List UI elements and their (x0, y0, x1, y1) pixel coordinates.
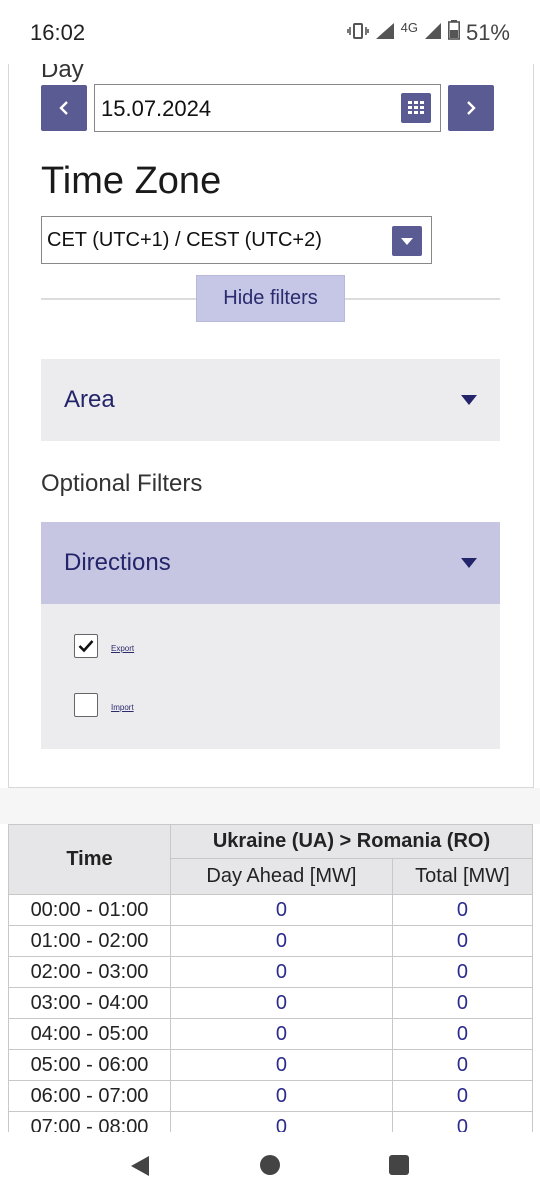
time-zone-dropdown-button[interactable] (392, 226, 422, 256)
time-cell: 04:00 - 05:00 (8, 1018, 171, 1050)
total-cell: 0 (391, 987, 534, 1019)
calendar-icon (408, 101, 424, 114)
chevron-right-icon (467, 101, 476, 115)
caret-down-icon (461, 395, 477, 405)
total-cell: 0 (391, 1049, 534, 1081)
total-cell: 0 (391, 956, 534, 988)
directions-accordion[interactable]: Directions (41, 522, 500, 604)
date-field[interactable]: 15.07.2024 (94, 84, 441, 132)
time-zone-value: CET (UTC+1) / CEST (UTC+2) (47, 229, 322, 251)
day-ahead-cell: 0 (170, 1049, 393, 1081)
time-zone-select[interactable]: CET (UTC+1) / CEST (UTC+2) (41, 216, 432, 264)
calendar-button[interactable] (401, 93, 431, 123)
vibrate-icon (346, 20, 369, 46)
day-ahead-cell: 0 (170, 894, 393, 926)
day-ahead-cell: 0 (170, 1018, 393, 1050)
import-checkbox[interactable] (74, 693, 98, 717)
caret-down-icon (461, 558, 477, 568)
export-checkbox[interactable] (74, 634, 98, 658)
time-zone-title: Time Zone (41, 160, 222, 202)
total-cell: 0 (391, 1018, 534, 1050)
status-bar: 16:02 4G 51% (0, 0, 540, 64)
network-type: 4G (400, 19, 418, 35)
directions-panel: Export Import (41, 604, 500, 749)
day-ahead-cell: 0 (170, 987, 393, 1019)
time-column-header: Time (8, 824, 171, 895)
day-ahead-cell: 0 (170, 925, 393, 957)
date-value: 15.07.2024 (101, 96, 212, 121)
recents-icon[interactable] (388, 1154, 410, 1176)
optional-filters-title: Optional Filters (41, 470, 203, 497)
table-row: 06:00 - 07:00 0 0 (8, 1080, 534, 1112)
day-ahead-cell: 0 (170, 956, 393, 988)
total-column-header: Total [MW] (391, 858, 534, 895)
border-direction-header: Ukraine (UA) > Romania (RO) (170, 824, 533, 859)
next-day-button[interactable] (448, 85, 494, 131)
table-row: 00:00 - 01:00 0 0 (8, 894, 534, 926)
total-cell: 0 (391, 894, 534, 926)
total-cell: 0 (391, 925, 534, 957)
table-row: 05:00 - 06:00 0 0 (8, 1049, 534, 1081)
section-separator (0, 788, 540, 824)
table-row: 02:00 - 03:00 0 0 (8, 956, 534, 988)
import-label[interactable]: Import (111, 703, 134, 712)
area-label: Area (64, 386, 115, 413)
hide-filters-button[interactable]: Hide filters (196, 275, 345, 322)
navigation-bar (0, 1132, 540, 1200)
battery-icon (447, 20, 460, 46)
battery-percent: 51% (465, 20, 510, 45)
table-row: 01:00 - 02:00 0 0 (8, 925, 534, 957)
time-cell: 02:00 - 03:00 (8, 956, 171, 988)
capacity-table: Time Ukraine (UA) > Romania (RO) Day Ahe… (8, 824, 534, 1143)
signal-icon (424, 20, 442, 46)
status-time: 16:02 (30, 20, 86, 45)
time-cell: 01:00 - 02:00 (8, 925, 171, 957)
total-cell: 0 (391, 1080, 534, 1112)
time-cell: 05:00 - 06:00 (8, 1049, 171, 1081)
table-row: 04:00 - 05:00 0 0 (8, 1018, 534, 1050)
checkmark-icon (78, 640, 94, 653)
chevron-left-icon (59, 101, 68, 115)
back-icon[interactable] (128, 1154, 152, 1178)
time-cell: 06:00 - 07:00 (8, 1080, 171, 1112)
previous-day-button[interactable] (41, 85, 87, 131)
area-accordion[interactable]: Area (41, 359, 500, 441)
directions-label: Directions (64, 549, 171, 576)
time-cell: 03:00 - 04:00 (8, 987, 171, 1019)
caret-down-icon (401, 238, 413, 245)
status-icons: 4G 51% (346, 19, 510, 46)
day-ahead-cell: 0 (170, 1080, 393, 1112)
signal-icon (375, 20, 395, 46)
export-label[interactable]: Export (111, 644, 134, 653)
table-row: 03:00 - 04:00 0 0 (8, 987, 534, 1019)
home-icon[interactable] (259, 1154, 281, 1176)
day-ahead-column-header: Day Ahead [MW] (170, 858, 393, 895)
time-cell: 00:00 - 01:00 (8, 894, 171, 926)
